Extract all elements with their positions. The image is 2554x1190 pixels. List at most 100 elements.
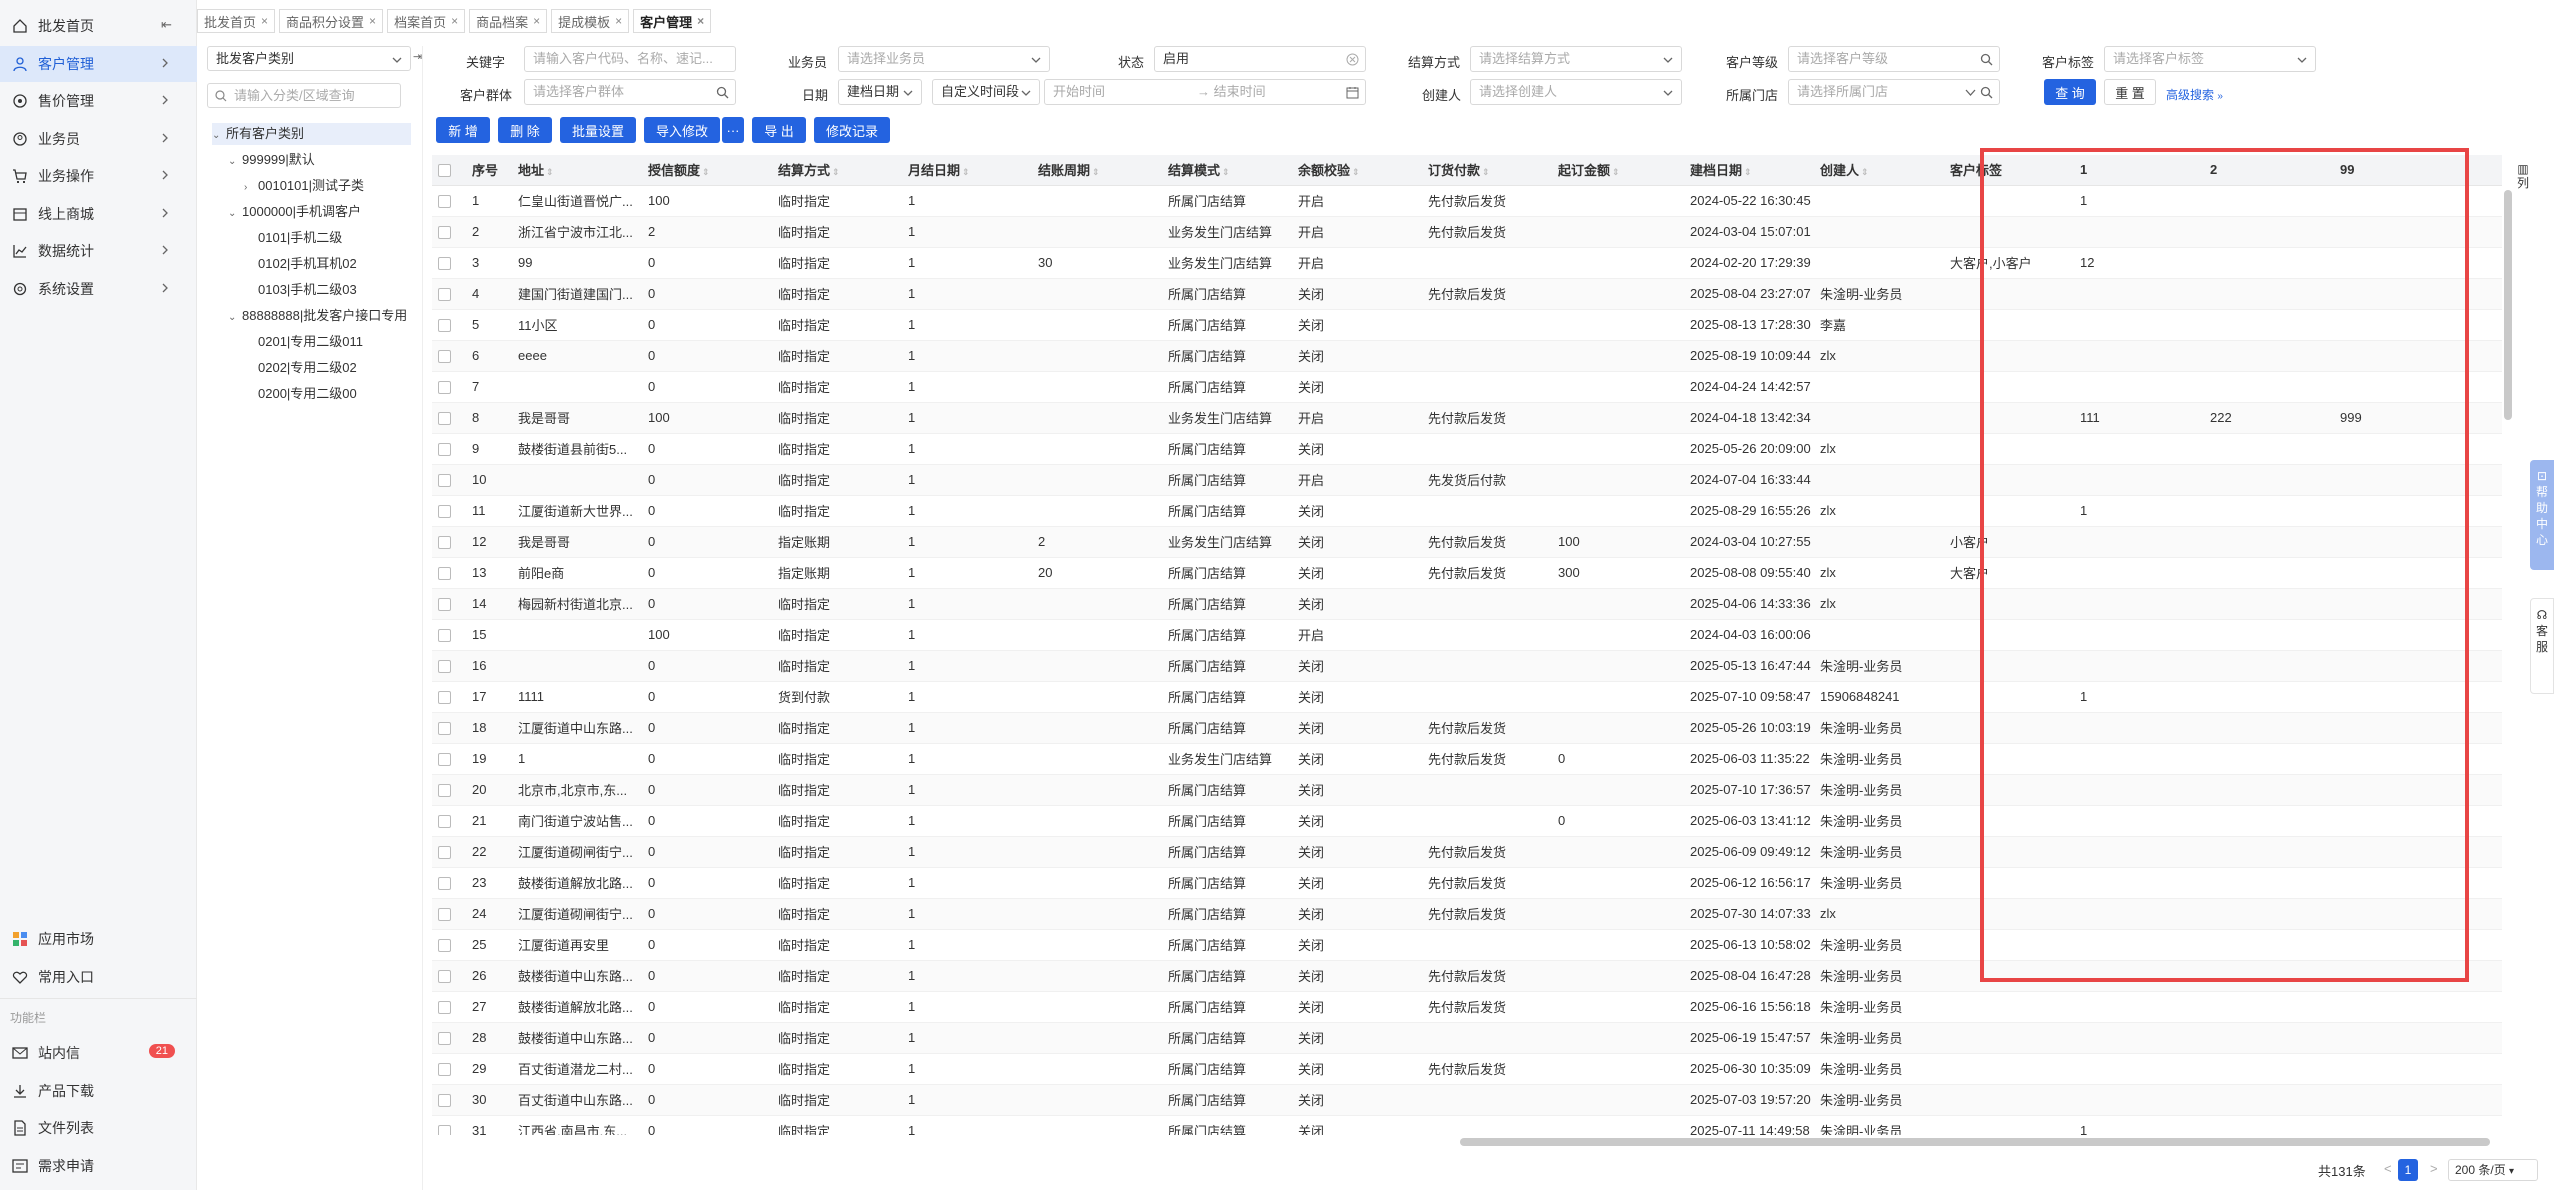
category-search-input[interactable]: 请输入分类/区域查询 — [207, 83, 401, 108]
row-checkbox[interactable] — [438, 598, 451, 612]
tab-3[interactable]: 商品档案 × — [469, 9, 548, 33]
table-row[interactable]: 5 11小区 0 临时指定 1 所属门店结算 关闭 2025-08-13 17:28:30 李嘉 — [432, 309, 2502, 341]
tree-node[interactable]: ⌄ 88888888|批发客户接口专用 — [228, 305, 407, 327]
table-row[interactable]: 28 鼓楼街道中山东路... 0 临时指定 1 所属门店结算 关闭 2025-06-19 15… — [432, 1022, 2502, 1054]
table-row[interactable]: 29 百丈街道潜龙二村... 0 临时指定 1 所属门店结算 关闭 先付款后发货 2025-06… — [432, 1053, 2502, 1085]
status-select[interactable]: 启用 — [1154, 46, 1366, 72]
row-checkbox[interactable] — [438, 1063, 451, 1077]
date-range-select[interactable]: 自定义时间段 — [932, 79, 1040, 105]
column-header[interactable]: 结算模式 ⇕ — [1162, 155, 1292, 186]
tree-node[interactable]: 0101|手机二级 — [244, 227, 342, 249]
keyword-input[interactable]: 请输入客户代码、名称、速记... — [524, 46, 736, 72]
export-button[interactable]: 导 出 — [752, 117, 806, 143]
sort-icon[interactable]: ⇕ — [1612, 167, 1620, 177]
table-row[interactable]: 1 仁皇山街道晋悦广... 100 临时指定 1 所属门店结算 开启 先付款后发货 2024-0… — [432, 185, 2502, 217]
tree-node[interactable]: 0201|专用二级011 — [244, 331, 363, 353]
table-row[interactable]: 23 鼓楼街道解放北路... 0 临时指定 1 所属门店结算 关闭 先付款后发货 2025-06… — [432, 867, 2502, 899]
sort-icon[interactable]: ⇕ — [1092, 167, 1100, 177]
collapse-handle[interactable]: ⇥ — [413, 50, 422, 63]
horizontal-scrollbar[interactable] — [1460, 1138, 2490, 1146]
table-row[interactable]: 20 北京市,北京市,东... 0 临时指定 1 所属门店结算 关闭 2025-07-10 1… — [432, 774, 2502, 806]
close-icon[interactable]: × — [369, 14, 376, 28]
advanced-search-link[interactable]: 高级搜索 » — [2166, 86, 2223, 103]
table-row[interactable]: 22 江厦街道砌闸街宁... 0 临时指定 1 所属门店结算 关闭 先付款后发货 2025-06… — [432, 836, 2502, 868]
column-header[interactable]: 地址 ⇕ — [512, 155, 642, 186]
tree-node[interactable]: 0103|手机二级03 — [244, 279, 357, 301]
table-row[interactable]: 17 1111 0 货到付款 1 所属门店结算 关闭 2025-07-10 09:58:47 1… — [432, 681, 2502, 713]
sort-icon[interactable]: ⇕ — [1352, 167, 1360, 177]
sort-icon[interactable]: ⇕ — [1482, 167, 1490, 177]
salesman-select[interactable]: 请选择业务员 — [838, 46, 1050, 72]
store-select[interactable]: 请选择所属门店 — [1788, 79, 2000, 105]
row-checkbox[interactable] — [438, 536, 451, 550]
date-type-select[interactable]: 建档日期 — [838, 79, 922, 105]
tab-4[interactable]: 提成模板 × — [551, 9, 630, 33]
row-checkbox[interactable] — [438, 381, 451, 395]
column-header[interactable]: 结账周期 ⇕ — [1032, 155, 1162, 186]
tree-node[interactable]: ⌄ 1000000|手机调客户 — [228, 201, 361, 223]
table-row[interactable]: 11 江厦街道新大世界... 0 临时指定 1 所属门店结算 关闭 2025-08-29 16… — [432, 495, 2502, 527]
query-button[interactable]: 查 询 — [2044, 79, 2096, 105]
row-checkbox[interactable] — [438, 567, 451, 581]
row-checkbox[interactable] — [438, 939, 451, 953]
row-checkbox[interactable] — [438, 846, 451, 860]
row-checkbox[interactable] — [438, 629, 451, 643]
add-button[interactable]: 新 增 — [436, 117, 490, 143]
close-icon[interactable]: × — [261, 14, 268, 28]
help-center-button[interactable]: ⊡ 帮助中心 — [2530, 460, 2554, 570]
table-row[interactable]: 24 江厦街道砌闸街宁... 0 临时指定 1 所属门店结算 关闭 先付款后发货 2025-07… — [432, 898, 2502, 930]
tree-node[interactable]: 0202|专用二级02 — [244, 357, 357, 379]
row-checkbox[interactable] — [438, 412, 451, 426]
column-header[interactable]: 建档日期 ⇕ — [1684, 155, 1814, 186]
group-select[interactable]: 请选择客户群体 — [524, 79, 736, 105]
column-header[interactable]: 订货付款 ⇕ — [1422, 155, 1552, 186]
settle-select[interactable]: 请选择结算方式 — [1470, 46, 1682, 72]
row-checkbox[interactable] — [438, 505, 451, 519]
table-row[interactable]: 16 0 临时指定 1 所属门店结算 关闭 2025-05-13 16:47:44 朱淦明-业… — [432, 650, 2502, 682]
more-button[interactable]: ··· — [722, 117, 744, 143]
row-checkbox[interactable] — [438, 1094, 451, 1108]
row-checkbox[interactable] — [438, 753, 451, 767]
row-checkbox[interactable] — [438, 257, 451, 271]
sort-icon[interactable]: ⇕ — [546, 167, 554, 177]
table-row[interactable]: 14 梅园新村街道北京... 0 临时指定 1 所属门店结算 关闭 2025-04-06 14… — [432, 588, 2502, 620]
nav-tool-item-3[interactable]: 需求申请 — [0, 1148, 197, 1184]
row-checkbox[interactable] — [438, 350, 451, 364]
caret-down-icon[interactable]: ⌄ — [228, 203, 242, 225]
table-row[interactable]: 4 建国门街道建国门... 0 临时指定 1 所属门店结算 关闭 先付款后发货 2025-08-… — [432, 278, 2502, 310]
row-checkbox[interactable] — [438, 877, 451, 891]
change-log-button[interactable]: 修改记录 — [814, 117, 890, 143]
customer-service-button[interactable]: ☊ 客服 — [2530, 598, 2554, 694]
table-row[interactable]: 27 鼓楼街道解放北路... 0 临时指定 1 所属门店结算 关闭 先付款后发货 2025-06… — [432, 991, 2502, 1023]
column-settings-button[interactable]: ▥ 列 — [2517, 162, 2529, 190]
delete-button[interactable]: 删 除 — [498, 117, 552, 143]
tree-node[interactable]: ⌄ 999999|默认 — [228, 149, 315, 171]
close-icon[interactable]: × — [451, 14, 458, 28]
vertical-scrollbar[interactable] — [2504, 190, 2512, 420]
caret-down-icon[interactable]: ⌄ — [228, 307, 242, 329]
sort-icon[interactable]: ⇕ — [1861, 167, 1869, 177]
row-checkbox[interactable] — [438, 443, 451, 457]
column-header[interactable]: 月结日期 ⇕ — [902, 155, 1032, 186]
table-row[interactable]: 19 1 0 临时指定 1 业务发生门店结算 关闭 先付款后发货 0 2025-06-03 11:… — [432, 743, 2502, 775]
sort-icon[interactable]: ⇕ — [702, 167, 710, 177]
table-row[interactable]: 18 江厦街道中山东路... 0 临时指定 1 所属门店结算 关闭 先付款后发货 2025-05… — [432, 712, 2502, 744]
nav-item-5[interactable]: 线上商城 — [0, 196, 197, 232]
nav-item-6[interactable]: 数据统计 — [0, 233, 197, 269]
date-range-picker[interactable]: 开始时间 → 结束时间 — [1044, 79, 1366, 105]
table-row[interactable]: 21 南门街道宁波站售... 0 临时指定 1 所属门店结算 关闭 0 2025-06-03 1… — [432, 805, 2502, 837]
table-row[interactable]: 30 百丈街道中山东路... 0 临时指定 1 所属门店结算 关闭 2025-07-03 19… — [432, 1084, 2502, 1116]
table-row[interactable]: 9 鼓楼街道县前街5... 0 临时指定 1 所属门店结算 关闭 2025-05-26 20:… — [432, 433, 2502, 465]
tree-node[interactable]: ⌄ 所有客户类别 — [212, 123, 411, 145]
table-row[interactable]: 2 浙江省宁波市江北... 2 临时指定 1 业务发生门店结算 开启 先付款后发货 2024-0… — [432, 216, 2502, 248]
caret-down-icon[interactable]: ⌄ — [212, 125, 226, 147]
clear-icon[interactable] — [1346, 53, 1359, 66]
close-icon[interactable]: × — [533, 14, 540, 28]
nav-tool-item-1[interactable]: 产品下载 — [0, 1073, 197, 1109]
table-row[interactable]: 13 前阳e商 0 指定账期 1 20 所属门店结算 关闭 先付款后发货 300 2025-08-0… — [432, 557, 2502, 589]
tab-5[interactable]: 客户管理 × — [633, 9, 712, 33]
table-row[interactable]: 12 我是哥哥 0 指定账期 1 2 业务发生门店结算 关闭 先付款后发货 100 2024-03-… — [432, 526, 2502, 558]
row-checkbox[interactable] — [438, 970, 451, 984]
caret-right-icon[interactable]: › — [244, 177, 258, 199]
row-checkbox[interactable] — [438, 474, 451, 488]
